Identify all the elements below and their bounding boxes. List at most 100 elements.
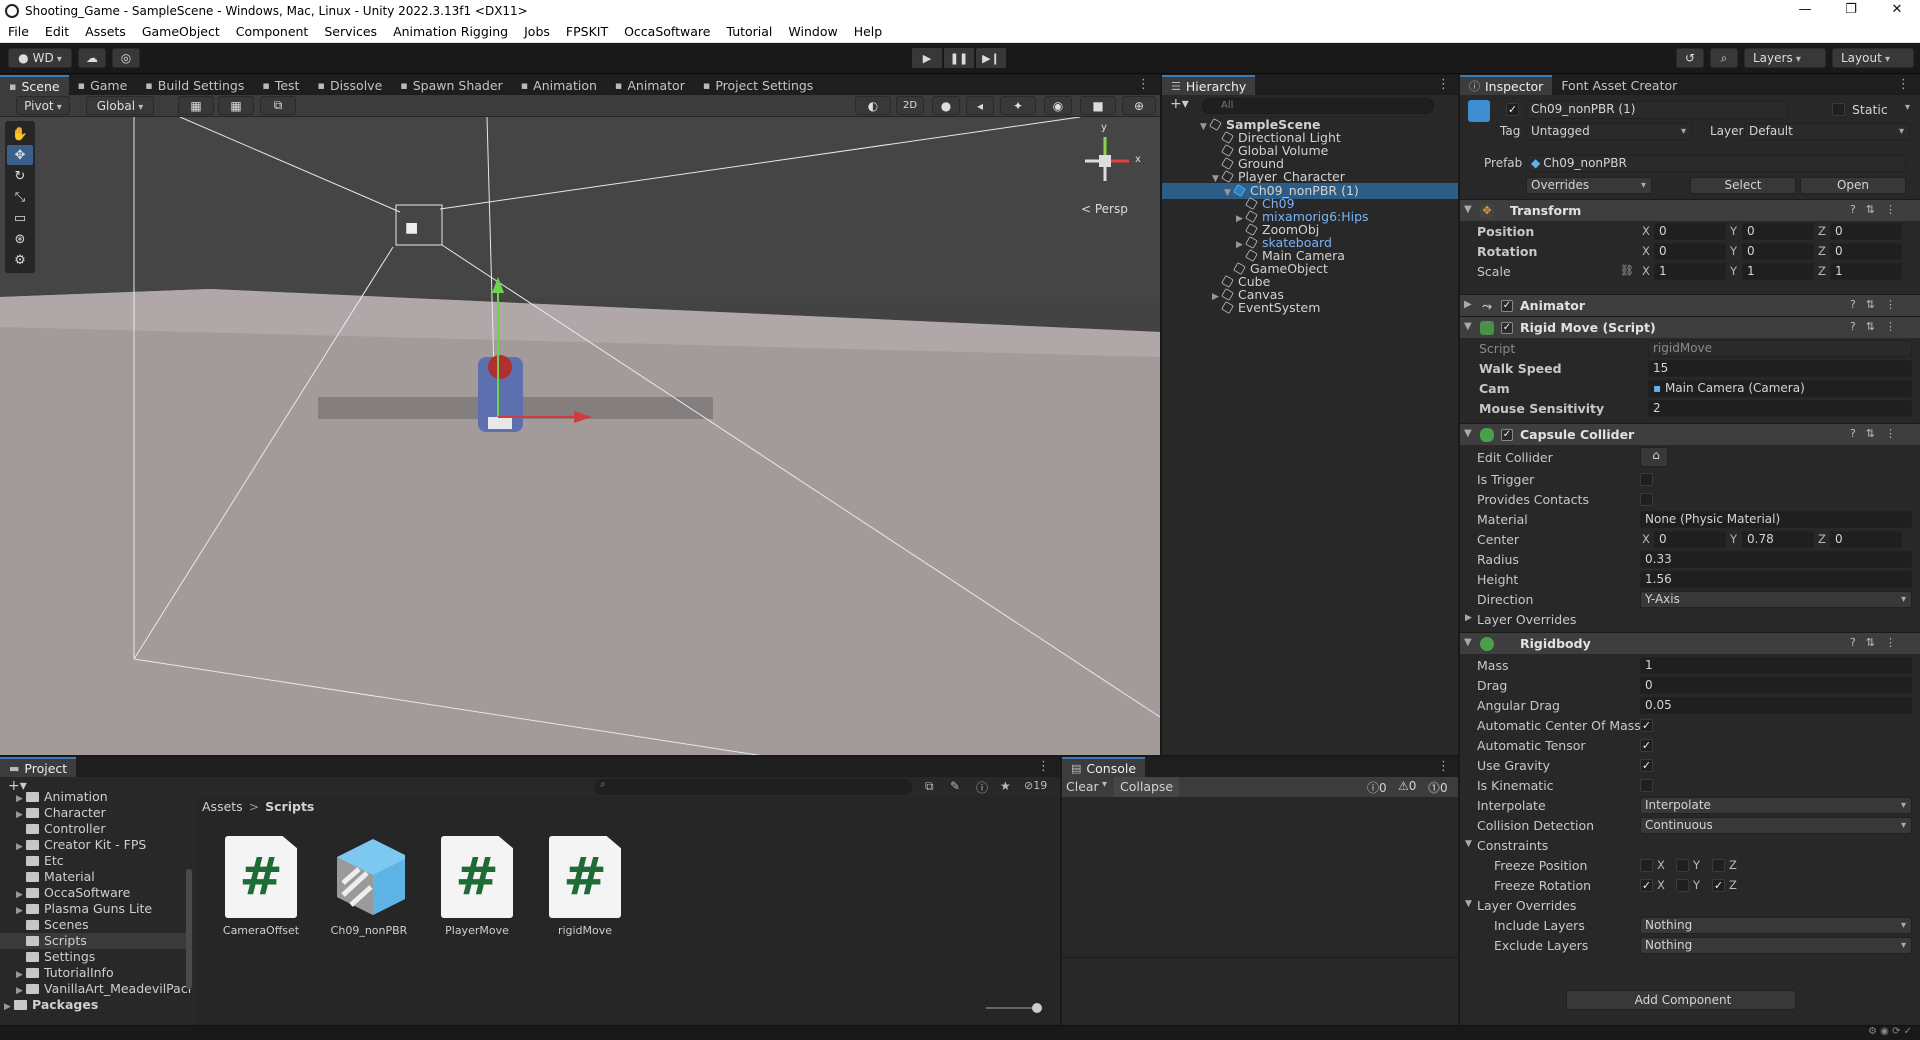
center-x-field[interactable]: 0 xyxy=(1654,531,1726,548)
component-menu-icons[interactable]: ?⇅⋮ xyxy=(1850,203,1906,216)
constraints-row[interactable]: ▼ Constraints xyxy=(1460,837,1920,855)
collab-button[interactable]: ◎ xyxy=(112,48,140,68)
menu-jobs[interactable]: Jobs xyxy=(516,22,558,42)
2d-toggle[interactable]: 2D xyxy=(896,96,924,115)
play-button[interactable]: ▶ xyxy=(912,48,942,68)
tab-test[interactable]: ▪ Test xyxy=(253,75,308,95)
menu-window[interactable]: Window xyxy=(780,22,845,42)
freeze-position-z-checkbox[interactable] xyxy=(1712,859,1725,872)
include-layers-dropdown[interactable]: Nothing xyxy=(1640,917,1912,934)
add-component-button[interactable]: Add Component xyxy=(1566,990,1796,1010)
object-name-field[interactable]: Ch09_nonPBR (1) xyxy=(1526,101,1788,119)
component-menu-icons[interactable]: ?⇅⋮ xyxy=(1850,636,1906,649)
transform-header[interactable]: ▼ ✥ Transform ?⇅⋮ xyxy=(1460,199,1920,221)
hierarchy-menu-icon[interactable]: ⋮ xyxy=(1437,77,1450,92)
filter-by-type-icon[interactable]: ⧉ xyxy=(925,779,934,794)
prefab-field[interactable]: ◆ Ch09_nonPBR xyxy=(1526,155,1906,172)
project-menu-icon[interactable]: ⋮ xyxy=(1037,759,1050,774)
asset-item[interactable]: # CameraOffset xyxy=(216,836,306,937)
folder-item[interactable]: Settings xyxy=(0,949,95,965)
tab-project[interactable]: ▬ Project xyxy=(0,757,77,777)
console-menu-icon[interactable]: ⋮ xyxy=(1437,759,1450,774)
center-y-field[interactable]: 0.78 xyxy=(1742,531,1814,548)
zoom-slider[interactable] xyxy=(986,1003,1042,1013)
edit-collider-button[interactable]: ⌂ xyxy=(1640,447,1668,467)
position-z-field[interactable]: 0 xyxy=(1830,223,1902,240)
transform-tool-icon[interactable]: ⊛ xyxy=(7,229,33,249)
tab-font-asset-creator[interactable]: Font Asset Creator xyxy=(1552,75,1686,95)
freeze-rotation-x-checkbox[interactable]: ✓ xyxy=(1640,879,1653,892)
tab-console[interactable]: ▤ Console xyxy=(1062,757,1146,777)
radius-field[interactable]: 0.33 xyxy=(1640,551,1912,568)
mouse-sensitivity-field[interactable]: 2 xyxy=(1648,400,1912,417)
maximize-button[interactable]: ❐ xyxy=(1828,0,1874,22)
freeze-position-x-checkbox[interactable] xyxy=(1640,859,1653,872)
scene-viewport[interactable]: ■ ✋ ✥ ↻ ⤡ ▭ ⊛ ⚙ y x < Persp xyxy=(0,117,1160,755)
clear-options-icon[interactable]: ▾ xyxy=(1102,779,1107,790)
open-button[interactable]: Open xyxy=(1800,177,1906,194)
rigidbody-header[interactable]: ▼ Rigidbody ?⇅⋮ xyxy=(1460,632,1920,654)
animator-header[interactable]: ▶ ⤳ ✓ Animator ?⇅⋮ xyxy=(1460,294,1920,316)
rect-tool-icon[interactable]: ▭ xyxy=(7,208,33,228)
tab-animation[interactable]: ▪ Animation xyxy=(512,75,606,95)
tab-game[interactable]: ▪ Game xyxy=(69,75,137,95)
folder-item[interactable]: ▶ Plasma Guns Lite xyxy=(0,901,152,917)
minimize-button[interactable]: — xyxy=(1782,0,1828,22)
lighting-toggle[interactable]: ● xyxy=(932,96,960,115)
layout-dropdown[interactable]: Layout xyxy=(1832,48,1914,68)
position-y-field[interactable]: 0 xyxy=(1742,223,1814,240)
overrides-dropdown[interactable]: Overrides xyxy=(1526,177,1652,194)
tab-project-settings[interactable]: ▪ Project Settings xyxy=(694,75,822,95)
log-count-toggle[interactable]: ⓘ0 xyxy=(1367,779,1387,796)
perspective-label[interactable]: < Persp xyxy=(1081,202,1128,216)
gizmos-button[interactable]: ⊕ xyxy=(1122,96,1156,115)
auto-tensor-checkbox[interactable]: ✓ xyxy=(1640,739,1653,752)
constrain-proportions-icon[interactable]: ⛓ xyxy=(1620,264,1634,277)
tab-hierarchy[interactable]: ☰ Hierarchy xyxy=(1162,75,1256,95)
folder-item[interactable]: Scenes xyxy=(0,917,89,933)
camera-settings-button[interactable]: ■ xyxy=(1080,96,1116,115)
breadcrumb-scripts[interactable]: Scripts xyxy=(265,799,314,814)
filter-by-label-icon[interactable]: ✎ xyxy=(950,779,960,793)
folder-item[interactable]: ▶ Creator Kit - FPS xyxy=(0,837,146,853)
capsule-layer-overrides-row[interactable]: ▶ Layer Overrides xyxy=(1460,611,1920,629)
increment-snap-button[interactable]: ⧉ xyxy=(260,96,296,115)
direction-dropdown[interactable]: Y-Axis xyxy=(1640,591,1912,608)
collapse-button[interactable]: Collapse xyxy=(1114,777,1180,797)
exclude-layers-dropdown[interactable]: Nothing xyxy=(1640,937,1912,954)
scale-y-field[interactable]: 1 xyxy=(1742,263,1814,280)
hidden-packages-toggle[interactable]: ⊘19 xyxy=(1024,779,1047,792)
scale-z-field[interactable]: 1 xyxy=(1830,263,1902,280)
move-tool-icon[interactable]: ✥ xyxy=(7,145,33,165)
expand-arrow-icon[interactable]: ▼ xyxy=(1200,119,1210,135)
error-count-toggle[interactable]: ⓵0 xyxy=(1428,779,1448,796)
hierarchy-search-input[interactable]: All xyxy=(1202,98,1434,114)
pause-button[interactable]: ❚❚ xyxy=(944,48,974,68)
tree-scrollbar[interactable] xyxy=(186,799,194,1009)
pivot-toggle[interactable]: Pivot xyxy=(16,96,70,115)
cam-field[interactable]: ▪ Main Camera (Camera) xyxy=(1648,380,1912,397)
provides-contacts-checkbox[interactable] xyxy=(1640,493,1653,506)
project-search-input[interactable]: ⌕ xyxy=(594,779,912,795)
layers-dropdown[interactable]: Layers xyxy=(1744,48,1826,68)
freeze-rotation-y-checkbox[interactable] xyxy=(1676,879,1689,892)
interpolate-dropdown[interactable]: Interpolate xyxy=(1640,797,1912,814)
hand-tool-icon[interactable]: ✋ xyxy=(7,124,33,144)
folder-item[interactable]: Controller xyxy=(0,821,106,837)
material-field[interactable]: None (Physic Material) xyxy=(1640,511,1912,528)
rotation-x-field[interactable]: 0 xyxy=(1654,243,1726,260)
capsule-collider-header[interactable]: ▼ ✓ Capsule Collider ?⇅⋮ xyxy=(1460,423,1920,445)
folder-item[interactable]: ▶ VanillaArt_MeadevilPacl xyxy=(0,981,191,997)
tag-dropdown[interactable]: Untagged xyxy=(1526,123,1692,140)
folder-item[interactable]: Scripts xyxy=(0,933,188,949)
layer-dropdown[interactable]: Default xyxy=(1744,123,1910,140)
walk-speed-field[interactable]: 15 xyxy=(1648,360,1912,377)
effects-toggle[interactable]: ✦ xyxy=(1000,96,1036,115)
tab-build-settings[interactable]: ▪ Build Settings xyxy=(136,75,253,95)
rigidbody-layer-overrides-row[interactable]: ▼ Layer Overrides xyxy=(1460,897,1920,915)
drag-field[interactable]: 0 xyxy=(1640,677,1912,694)
tab-inspector[interactable]: ⓘ Inspector xyxy=(1460,75,1553,95)
account-dropdown[interactable]: ● WD xyxy=(8,48,72,68)
search-button[interactable]: ⌕ xyxy=(1710,48,1738,68)
breadcrumb-assets[interactable]: Assets xyxy=(202,799,243,814)
